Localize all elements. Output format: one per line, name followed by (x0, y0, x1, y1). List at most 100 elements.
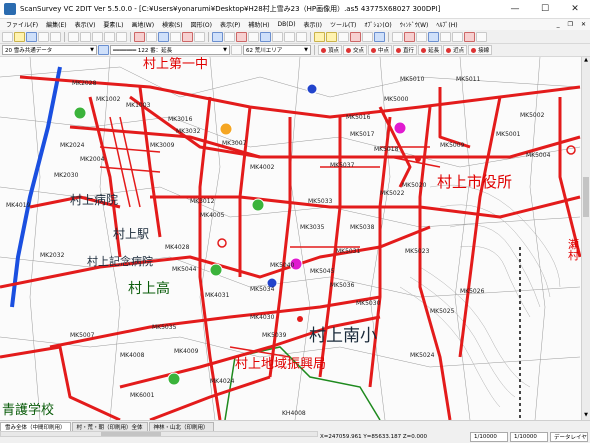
road-code: MK6001 (130, 392, 155, 399)
settings-icon[interactable] (452, 31, 463, 42)
tab-kamihayashi-print[interactable]: 神林・山北（印刷用） (148, 422, 214, 431)
junior-high-marker (219, 122, 233, 136)
snap-extension-label: 延長 (428, 48, 440, 54)
label-city-hall: 村上市役所 (437, 173, 513, 191)
help-icon[interactable] (476, 31, 487, 42)
road-code: MK1002 (96, 96, 121, 103)
layer-icon[interactable] (212, 31, 223, 42)
snap-extension-button[interactable]: 延長 (418, 45, 443, 55)
polyline-icon[interactable] (272, 31, 283, 42)
coordinate-icon[interactable] (416, 31, 427, 42)
menu-view[interactable]: 表示(V) (71, 20, 100, 29)
tab-overall-print[interactable]: 雪み全体（中間印刷用） (0, 422, 71, 431)
school-marker (73, 106, 87, 120)
zoom-in-icon[interactable] (314, 31, 325, 42)
menu-element[interactable]: 要素(L) (99, 20, 127, 29)
area-select-value: 62 荒川エリア (246, 48, 283, 54)
menu-assist[interactable]: 補助(H) (244, 20, 273, 29)
snap-tangent-button[interactable]: 接線 (468, 45, 493, 55)
snap-midpoint-label: 中点 (378, 48, 390, 54)
map-canvas[interactable]: MK2028 MK1002 MK1003 MK2024 MK4019 MK203… (0, 57, 590, 420)
city-hall-marker (393, 121, 407, 135)
redo-icon[interactable] (116, 31, 127, 42)
snap-perpendicular-button[interactable]: 直行 (393, 45, 418, 55)
save-icon[interactable] (26, 31, 37, 42)
scroll-down-icon[interactable]: ▼ (582, 412, 590, 420)
open-folder-icon[interactable] (14, 31, 25, 42)
line-width-icon[interactable] (231, 45, 242, 55)
scroll-up-icon[interactable]: ▲ (582, 57, 590, 65)
copy-icon[interactable] (80, 31, 91, 42)
minimize-button[interactable]: — (500, 0, 530, 19)
print-preview-icon[interactable] (50, 31, 61, 42)
mdi-minimize-button[interactable]: _ (553, 21, 564, 28)
mdi-restore-button[interactable]: ❐ (564, 21, 577, 28)
rotate-icon[interactable] (158, 31, 169, 42)
toolbar-separator (310, 31, 311, 42)
area-icon[interactable] (404, 31, 415, 42)
measure-icon[interactable] (392, 31, 403, 42)
menu-tools[interactable]: ツール(T) (326, 20, 360, 29)
toolbar-separator (388, 31, 389, 42)
grid-icon[interactable] (194, 31, 205, 42)
layer-select[interactable]: 20 雪み共通データ ▼ (2, 45, 97, 55)
toolbar-separator (64, 31, 65, 42)
layer-select-value: 20 雪み共通データ (5, 48, 53, 54)
stop-icon[interactable] (464, 31, 475, 42)
snap-intersection-button[interactable]: 交点 (343, 45, 368, 55)
cut-icon[interactable] (68, 31, 79, 42)
menu-help[interactable]: ﾍﾙﾌﾟ(H) (432, 20, 461, 29)
vertical-scrollbar[interactable]: ▲ ▼ (581, 57, 590, 420)
menu-file[interactable]: ファイル(F) (2, 20, 42, 29)
circle-icon[interactable] (296, 31, 307, 42)
menu-search[interactable]: 検索(S) (158, 20, 187, 29)
attribute-icon[interactable] (224, 31, 235, 42)
snap-vertex-button[interactable]: 頂点 (318, 45, 343, 55)
paste-icon[interactable] (92, 31, 103, 42)
toolbar-separator (314, 45, 315, 55)
zoom-window-icon[interactable] (350, 31, 361, 42)
text-icon[interactable] (248, 31, 259, 42)
menu-edit[interactable]: 編集(E) (42, 20, 70, 29)
mdi-close-button[interactable]: ✕ (577, 21, 590, 28)
snap-nearest-button[interactable]: 近点 (443, 45, 468, 55)
tab-murakami-print[interactable]: 村・荒・朝（印刷用）全体 (71, 422, 148, 431)
road-code: MK4024 (210, 378, 235, 385)
select-icon[interactable] (134, 31, 145, 42)
zoom-out-icon[interactable] (326, 31, 337, 42)
move-icon[interactable] (146, 31, 157, 42)
layer-color-icon[interactable] (98, 45, 109, 55)
maximize-button[interactable]: ☐ (530, 0, 560, 19)
line-type-select[interactable]: ━━━━━━━ 122 番：延長 ▼ (110, 45, 230, 55)
menu-options[interactable]: ｵﾌﾟｼｮﾝ(O) (360, 20, 395, 29)
hscroll-thumb[interactable] (101, 432, 161, 436)
undo-icon[interactable] (104, 31, 115, 42)
menu-parcel[interactable]: 画地(W) (127, 20, 158, 29)
scroll-thumb[interactable] (583, 177, 589, 217)
pan-icon[interactable] (362, 31, 373, 42)
zoom-fit-icon[interactable] (338, 31, 349, 42)
menu-window[interactable]: ｳｨﾝﾄﾞｳ(W) (396, 20, 433, 29)
junction-marker (297, 316, 303, 322)
scan-icon[interactable] (428, 31, 439, 42)
refresh-icon[interactable] (374, 31, 385, 42)
close-button[interactable]: ✕ (560, 0, 590, 19)
menu-db[interactable]: DB(D) (274, 21, 300, 28)
marker-icon[interactable] (236, 31, 247, 42)
menu-display[interactable]: 表示(P) (216, 20, 244, 29)
road-code: MK3009 (150, 142, 175, 149)
area-select[interactable]: 62 荒川エリア ▼ (243, 45, 311, 55)
delete-icon[interactable] (182, 31, 193, 42)
snap-midpoint-button[interactable]: 中点 (368, 45, 393, 55)
print-icon[interactable] (38, 31, 49, 42)
new-file-icon[interactable] (2, 31, 13, 42)
toolbar-separator (130, 31, 131, 42)
snap-icon (471, 47, 477, 53)
menu-shape[interactable]: 図形(O) (187, 20, 216, 29)
image-icon[interactable] (440, 31, 451, 42)
line-icon[interactable] (260, 31, 271, 42)
horizontal-scrollbar[interactable] (0, 431, 318, 437)
mirror-icon[interactable] (170, 31, 181, 42)
menu-display2[interactable]: 表示(I) (300, 20, 326, 29)
rectangle-icon[interactable] (284, 31, 295, 42)
